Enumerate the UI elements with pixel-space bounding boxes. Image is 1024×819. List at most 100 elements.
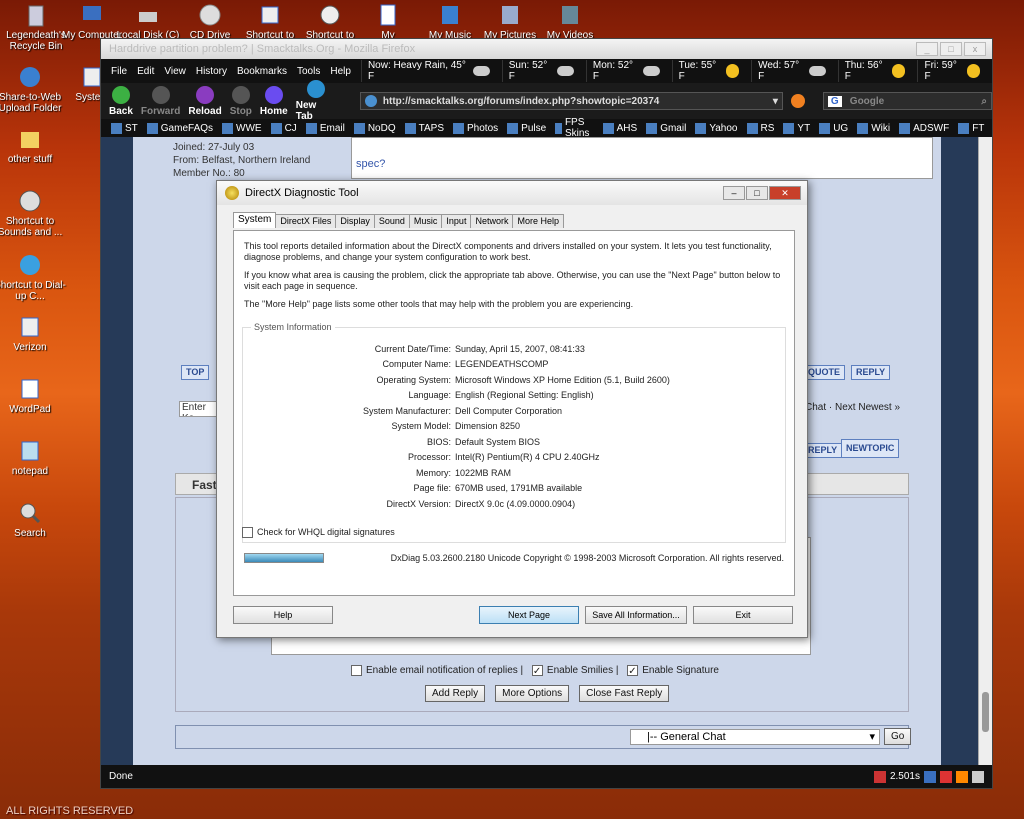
forum-search-input[interactable]: Enter Ke [179,401,219,417]
new-topic-button[interactable]: NEWTOPIC [841,439,900,458]
addon-icon[interactable] [972,770,984,783]
menu-file[interactable]: File [111,66,127,77]
maximize-button[interactable]: □ [746,186,768,200]
weather-now[interactable]: Now: Heavy Rain, 45° F [360,60,490,82]
desktop-icon-dialup[interactable]: Shortcut to Dial-up C... [0,252,66,302]
page-scrollbar[interactable] [978,137,992,767]
bookmark-rs[interactable]: RS [746,122,774,134]
help-button[interactable]: Help [233,606,333,624]
whql-checkbox[interactable] [242,527,253,539]
scrollbar-thumb[interactable] [982,692,989,732]
desktop-icon-other-stuff[interactable]: other stuff [0,126,66,165]
video-icon [557,2,583,28]
quote-button[interactable]: QUOTE [803,365,846,380]
addon-icon[interactable] [956,770,968,783]
home-button[interactable]: Home [260,85,288,117]
bookmark-st[interactable]: ST [111,122,138,134]
menu-edit[interactable]: Edit [137,66,154,77]
bookmark-taps[interactable]: TAPS [404,122,444,134]
minimize-button[interactable]: _ [916,42,938,56]
bookmark-gamefaqs[interactable]: GameFAQs [146,122,213,134]
bookmark-ft[interactable]: FT [958,122,984,134]
tab-sound[interactable]: Sound [373,214,410,228]
tab-music[interactable]: Music [408,214,443,228]
tab-more-help[interactable]: More Help [512,214,564,228]
chevron-down-icon[interactable]: ▾ [773,96,778,107]
bookmark-email[interactable]: Email [305,122,345,134]
go-button[interactable]: Go [884,728,912,745]
bookmark-fps-skins[interactable]: FPS Skins [555,117,593,139]
magnifier-icon[interactable]: ⌕ [981,96,987,107]
poster-info: Joined: 27-July 03 From: Belfast, Northe… [173,137,313,180]
desktop-icon-wordpad[interactable]: WordPad [0,376,66,415]
menu-view[interactable]: View [164,66,186,77]
forward-button[interactable]: Forward [141,85,180,117]
tab-directx-files[interactable]: DirectX Files [275,214,337,228]
close-fast-reply-button[interactable]: Close Fast Reply [579,685,670,702]
go-icon[interactable] [790,94,805,108]
bookmark-icon [899,122,911,134]
weather-mon[interactable]: Mon: 52° F [585,60,660,82]
weather-sun[interactable]: Sun: 52° F [501,60,574,82]
add-reply-button[interactable]: Add Reply [425,685,486,702]
desktop-icon-notepad[interactable]: notepad [0,438,66,477]
browser-titlebar[interactable]: Harddrive partition problem? | Smacktalk… [101,39,992,59]
signature-checkbox[interactable]: ✓ [627,665,639,677]
smilies-checkbox[interactable]: ✓ [531,665,543,677]
bookmark-ahs[interactable]: AHS [602,122,637,134]
topic-nav-links[interactable]: Chat · Next Newest » [805,402,900,413]
addon-icon[interactable] [873,770,886,783]
minimize-button[interactable]: – [723,186,745,200]
bookmark-wwe[interactable]: WWE [222,122,262,134]
maximize-button[interactable]: □ [940,42,962,56]
weather-wed[interactable]: Wed: 57° F [751,60,826,82]
addon-icon[interactable] [924,770,936,783]
bookmark-nodq[interactable]: NoDQ [353,122,396,134]
bookmark-yt[interactable]: YT [783,122,810,134]
more-options-button[interactable]: More Options [495,685,570,702]
email-notify-checkbox[interactable] [351,665,362,676]
desktop-icon-search[interactable]: Search [0,500,66,539]
menu-help[interactable]: Help [330,66,351,77]
reply-button[interactable]: REPLY [851,365,891,380]
tab-input[interactable]: Input [441,214,472,228]
close-button[interactable]: ✕ [769,186,801,200]
desktop-icon-verizon[interactable]: Verizon [0,314,66,353]
bookmark-yahoo[interactable]: Yahoo [695,122,738,134]
desktop-icon-sounds[interactable]: Shortcut to Sounds and ... [0,188,66,238]
menu-bookmarks[interactable]: Bookmarks [237,66,287,77]
bookmark-adswf[interactable]: ADSWF [899,122,949,134]
desktop-icon-my-videos[interactable]: My Videos [534,2,606,41]
bookmark-wiki[interactable]: Wiki [857,122,890,134]
tab-display[interactable]: Display [335,214,375,228]
top-button[interactable]: TOP [181,365,210,380]
menu-history[interactable]: History [196,66,227,77]
exit-button[interactable]: Exit [693,606,793,624]
bookmark-icon [270,122,282,134]
reload-button[interactable]: Reload [188,85,222,117]
bookmark-pulse[interactable]: Pulse [507,122,546,134]
addon-icon[interactable] [940,770,952,783]
stop-button[interactable]: Stop [230,85,252,117]
dxdiag-titlebar[interactable]: DirectX Diagnostic Tool – □ ✕ [217,181,807,205]
tab-network[interactable]: Network [470,214,514,228]
weather-fri[interactable]: Fri: 59° F [917,60,980,82]
tab-system[interactable]: System [233,212,277,228]
save-all-information-button[interactable]: Save All Information... [585,606,687,624]
close-button[interactable]: x [964,42,986,56]
search-input[interactable]: G Google ⌕ [822,92,992,110]
shortcut-icon [257,2,283,28]
weather-tue[interactable]: Tue: 55° F [671,60,740,82]
back-button[interactable]: Back [109,85,133,117]
bookmark-ug[interactable]: UG [819,122,848,134]
bookmark-gmail[interactable]: Gmail [646,122,686,134]
bookmark-cj[interactable]: CJ [270,122,297,134]
menu-tools[interactable]: Tools [297,66,320,77]
bookmark-photos[interactable]: Photos [453,122,498,134]
weather-thu[interactable]: Thu: 56° F [837,60,906,82]
url-bar[interactable]: http://smacktalks.org/forums/index.php?s… [359,92,783,110]
reply-button-2[interactable]: REPLY [803,443,843,458]
new-tab-button[interactable]: New Tab [296,80,336,122]
forum-jump-select[interactable]: |-- General Chat ▾ [630,729,880,745]
next-page-button[interactable]: Next Page [479,606,579,624]
